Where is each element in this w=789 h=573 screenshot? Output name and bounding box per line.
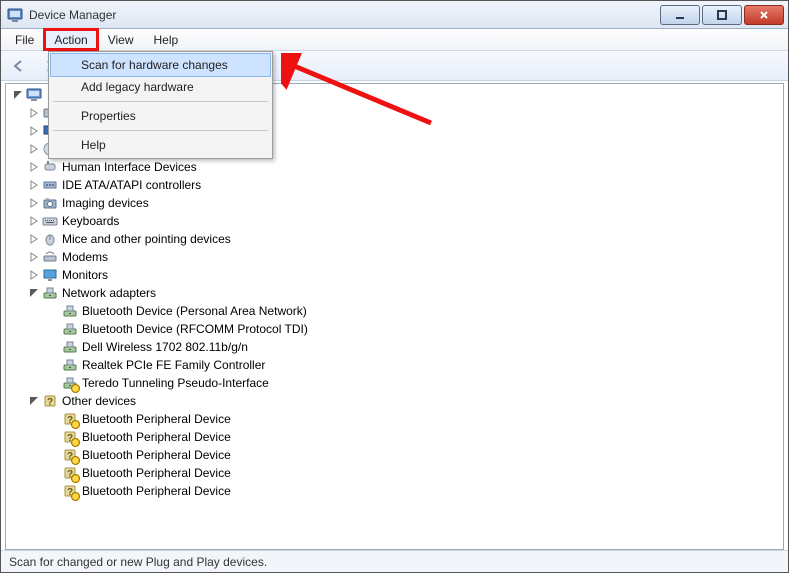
- tree-node[interactable]: Network adapters: [12, 284, 781, 302]
- svg-text:?: ?: [67, 451, 73, 462]
- tree-node-label: Mice and other pointing devices: [62, 232, 231, 246]
- svg-text:?: ?: [67, 415, 73, 426]
- ide-icon: [42, 177, 58, 193]
- tree-node[interactable]: Keyboards: [12, 212, 781, 230]
- tree-node-label: Bluetooth Peripheral Device: [82, 448, 231, 462]
- net-icon: [62, 357, 78, 373]
- tree-node-label: Bluetooth Device (RFCOMM Protocol TDI): [82, 322, 308, 336]
- unknown-icon: ?: [42, 393, 58, 409]
- tree-node[interactable]: Human Interface Devices: [12, 158, 781, 176]
- tree-node[interactable]: Bluetooth Device (RFCOMM Protocol TDI): [12, 320, 781, 338]
- tree-node-label: Bluetooth Device (Personal Area Network): [82, 304, 307, 318]
- tree-node[interactable]: Mice and other pointing devices: [12, 230, 781, 248]
- expand-icon[interactable]: [28, 179, 40, 191]
- window-controls: [658, 5, 784, 25]
- menuitem-scan-hardware[interactable]: Scan for hardware changes: [51, 54, 270, 76]
- status-bar: Scan for changed or new Plug and Play de…: [1, 550, 788, 572]
- tree-node[interactable]: Teredo Tunneling Pseudo-Interface: [12, 374, 781, 392]
- unknown-icon: ?: [62, 411, 78, 427]
- computer-icon: [26, 87, 42, 103]
- tree-node[interactable]: Imaging devices: [12, 194, 781, 212]
- expand-icon[interactable]: [28, 269, 40, 281]
- expand-icon[interactable]: [28, 251, 40, 263]
- tree-node-label: Imaging devices: [62, 196, 149, 210]
- collapse-icon[interactable]: [12, 89, 24, 101]
- menuitem-help[interactable]: Help: [51, 134, 270, 156]
- tree-node[interactable]: ? Bluetooth Peripheral Device: [12, 446, 781, 464]
- menu-action[interactable]: Action: [44, 29, 97, 50]
- maximize-button[interactable]: [702, 5, 742, 25]
- tree-node-label: Teredo Tunneling Pseudo-Interface: [82, 376, 269, 390]
- tree-node-label: Realtek PCIe FE Family Controller: [82, 358, 265, 372]
- menu-view[interactable]: View: [98, 29, 144, 50]
- back-button[interactable]: [7, 54, 31, 78]
- svg-text:?: ?: [67, 487, 73, 498]
- tree-node[interactable]: Bluetooth Device (Personal Area Network): [12, 302, 781, 320]
- tree-node-label: IDE ATA/ATAPI controllers: [62, 178, 201, 192]
- hid-icon: [42, 159, 58, 175]
- window-title: Device Manager: [29, 8, 658, 22]
- tree-node[interactable]: IDE ATA/ATAPI controllers: [12, 176, 781, 194]
- modem-icon: [42, 249, 58, 265]
- menuitem-add-legacy[interactable]: Add legacy hardware: [51, 76, 270, 98]
- tree-node-label: Dell Wireless 1702 802.11b/g/n: [82, 340, 248, 354]
- tree-node-label: Other devices: [62, 394, 136, 408]
- tree-node-label: Bluetooth Peripheral Device: [82, 484, 231, 498]
- unknown-icon: ?: [62, 483, 78, 499]
- collapse-icon[interactable]: [28, 395, 40, 407]
- tree-node-label: Keyboards: [62, 214, 119, 228]
- keyboard-icon: [42, 213, 58, 229]
- menu-file[interactable]: File: [5, 29, 44, 50]
- tree-node[interactable]: Dell Wireless 1702 802.11b/g/n: [12, 338, 781, 356]
- action-menu-popup: Scan for hardware changes Add legacy har…: [48, 51, 273, 159]
- camera-icon: [42, 195, 58, 211]
- net-icon: [42, 285, 58, 301]
- tree-node-label: Monitors: [62, 268, 108, 282]
- svg-text:?: ?: [47, 397, 53, 408]
- tree-node[interactable]: ? Bluetooth Peripheral Device: [12, 410, 781, 428]
- menu-separator: [53, 130, 268, 131]
- menu-separator: [53, 101, 268, 102]
- tree-node-label: Bluetooth Peripheral Device: [82, 430, 231, 444]
- app-icon: [7, 7, 23, 23]
- net-icon: [62, 321, 78, 337]
- menubar: File Action View Help: [1, 29, 788, 51]
- tree-node-label: Bluetooth Peripheral Device: [82, 466, 231, 480]
- net-icon: [62, 303, 78, 319]
- tree-node-label: Modems: [62, 250, 108, 264]
- unknown-icon: ?: [62, 465, 78, 481]
- expand-icon[interactable]: [28, 197, 40, 209]
- tree-node[interactable]: Monitors: [12, 266, 781, 284]
- net-icon: [62, 339, 78, 355]
- expand-icon[interactable]: [28, 215, 40, 227]
- minimize-button[interactable]: [660, 5, 700, 25]
- expand-icon[interactable]: [28, 125, 40, 137]
- tree-node[interactable]: ? Other devices: [12, 392, 781, 410]
- expand-icon[interactable]: [28, 233, 40, 245]
- menu-help[interactable]: Help: [144, 29, 189, 50]
- expand-icon[interactable]: [28, 161, 40, 173]
- tree-node[interactable]: Realtek PCIe FE Family Controller: [12, 356, 781, 374]
- status-text: Scan for changed or new Plug and Play de…: [9, 555, 267, 569]
- unknown-icon: ?: [62, 447, 78, 463]
- mouse-icon: [42, 231, 58, 247]
- tree-node-label: Human Interface Devices: [62, 160, 197, 174]
- monitor-icon: [42, 267, 58, 283]
- tree-node[interactable]: ? Bluetooth Peripheral Device: [12, 482, 781, 500]
- titlebar: Device Manager: [1, 1, 788, 29]
- net-icon: [62, 375, 78, 391]
- svg-text:?: ?: [67, 469, 73, 480]
- tree-node[interactable]: Modems: [12, 248, 781, 266]
- unknown-icon: ?: [62, 429, 78, 445]
- collapse-icon[interactable]: [28, 287, 40, 299]
- close-button[interactable]: [744, 5, 784, 25]
- tree-node[interactable]: ? Bluetooth Peripheral Device: [12, 464, 781, 482]
- svg-text:?: ?: [67, 433, 73, 444]
- menuitem-properties[interactable]: Properties: [51, 105, 270, 127]
- tree-node[interactable]: ? Bluetooth Peripheral Device: [12, 428, 781, 446]
- tree-node-label: Network adapters: [62, 286, 156, 300]
- expand-icon[interactable]: [28, 143, 40, 155]
- expand-icon[interactable]: [28, 107, 40, 119]
- tree-node-label: Bluetooth Peripheral Device: [82, 412, 231, 426]
